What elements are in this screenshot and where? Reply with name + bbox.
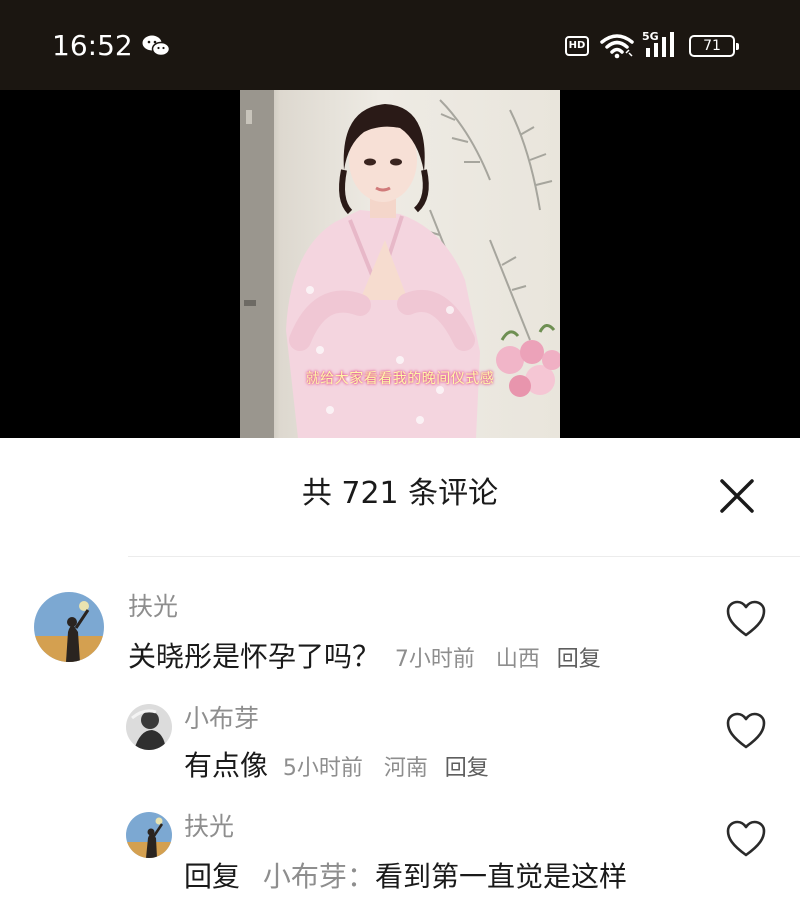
avatar[interactable] xyxy=(126,812,172,858)
comment-author[interactable]: 扶光 xyxy=(184,812,234,842)
like-heart-icon[interactable] xyxy=(726,820,766,858)
reply-item: 小布芽 有点像 5小时前 河南 回复 xyxy=(0,702,800,788)
comment-text: 有点像 xyxy=(184,749,269,782)
divider xyxy=(128,556,800,557)
comment-location: 山西 xyxy=(495,647,540,672)
reply-colon: ： xyxy=(346,860,375,893)
wechat-icon xyxy=(142,35,170,57)
comments-title: 共 721 条评论 xyxy=(301,476,499,511)
reply-item: 扶光 回复 小布芽：看到第一直觉是这样 xyxy=(0,810,800,896)
signal-icon: 5G xyxy=(642,30,680,59)
status-time: 16:52 xyxy=(52,29,133,62)
reply-prefix: 回复 xyxy=(184,860,241,893)
video-caption: 就给大家看看我的晚间仪式感 xyxy=(305,371,495,387)
comment-item: 扶光 关晓彤是怀孕了吗？ 7小时前 山西 回复 xyxy=(0,590,800,680)
status-bar: 16:52 HD 5G 71 xyxy=(0,0,800,90)
reply-target-user[interactable]: 小布芽 xyxy=(263,860,347,893)
comment-text-row: 有点像 5小时前 河南 回复 xyxy=(184,749,489,786)
comment-text: 看到第一直觉是这样 xyxy=(374,860,627,893)
battery-icon: 71 xyxy=(689,35,739,57)
comment-time: 5小时前 xyxy=(282,756,363,781)
comment-location: 河南 xyxy=(383,756,428,781)
comment-time: 7小时前 xyxy=(394,647,475,672)
reply-button[interactable]: 回复 xyxy=(557,647,601,672)
like-heart-icon[interactable] xyxy=(726,712,766,750)
comment-text: 关晓彤是怀孕了吗？ xyxy=(128,640,381,673)
avatar[interactable] xyxy=(34,592,104,662)
avatar[interactable] xyxy=(126,704,172,750)
comment-text-row: 回复 小布芽：看到第一直觉是这样 xyxy=(184,860,627,894)
comments-panel: 共 721 条评论 扶光 关晓彤是怀孕了吗？ 7小时前 山西 回复 小布芽 有点… xyxy=(0,438,800,900)
hd-badge: HD xyxy=(565,36,589,56)
reply-button[interactable]: 回复 xyxy=(445,756,489,781)
comment-text-row: 关晓彤是怀孕了吗？ 7小时前 山西 回复 xyxy=(128,640,601,677)
video-frame[interactable]: 就给大家看看我的晚间仪式感 xyxy=(240,90,560,438)
video-player[interactable]: 就给大家看看我的晚间仪式感 xyxy=(0,90,800,438)
comment-author[interactable]: 小布芽 xyxy=(184,704,259,734)
like-heart-icon[interactable] xyxy=(726,600,766,638)
wifi-icon xyxy=(600,34,634,59)
comment-author[interactable]: 扶光 xyxy=(128,592,178,622)
close-icon[interactable] xyxy=(715,474,759,518)
